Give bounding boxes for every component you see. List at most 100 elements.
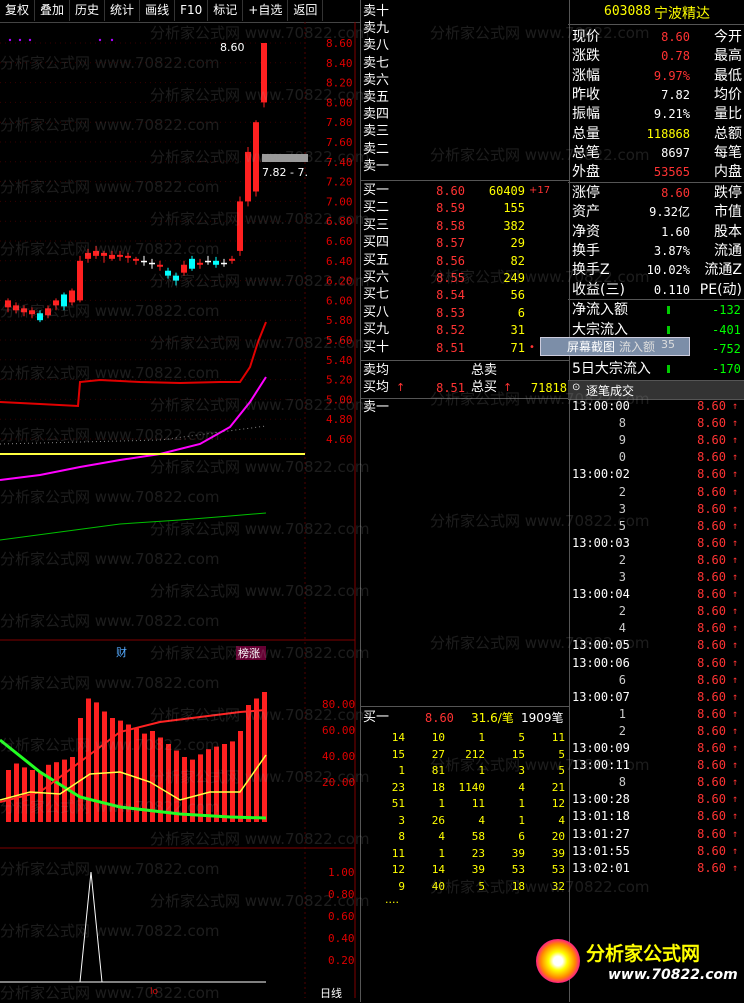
queue-cell: 1: [478, 764, 485, 777]
tick-seq: 8: [618, 775, 626, 790]
quote-row-right-label: 股本: [714, 223, 742, 240]
event-dot: [18, 38, 22, 42]
sell-level-label: 卖九: [363, 21, 390, 37]
tick-seq: 0: [618, 450, 626, 465]
tick-price: 8.60: [697, 655, 726, 670]
tick-row: 13:01:27 8.60 ↑: [568, 826, 744, 843]
tick-up-arrow-icon: ↑: [731, 811, 738, 823]
queue-cell: 15: [391, 747, 405, 761]
tick-row: 5 8.60 ↑: [568, 518, 744, 535]
tick-row: 13:00:07 8.60 ↑: [568, 689, 744, 706]
tick-up-arrow-icon: ↑: [731, 760, 738, 772]
candle-body: [21, 308, 27, 313]
tick-up-arrow-icon: ↑: [731, 828, 738, 840]
buy1-queue-row: 11 1 23 39 39: [365, 846, 565, 862]
toolbar-button-6[interactable]: 标记: [208, 0, 244, 21]
total-buy-arrow-icon: ↑: [503, 381, 513, 394]
buy-level-label: 买五: [363, 252, 390, 268]
buy-level-row: 买十 8.51 71 •: [363, 340, 567, 356]
quote-row-label: 涨幅: [572, 67, 600, 84]
buy-level-row: 买三 8.58 382: [363, 218, 567, 234]
queue-cell: 5: [478, 879, 485, 893]
queue-cell: 10: [431, 731, 445, 744]
avg-buy-row: 买均 ↑ 8.51 总买 ↑ 71818: [363, 380, 567, 396]
tick-price: 8.60: [697, 706, 726, 721]
buy-level-label: 买十: [363, 339, 390, 355]
quote-row-value: 118868: [646, 126, 690, 141]
indicator-tick-label: 0.40: [328, 932, 355, 945]
tick-price: 8.60: [697, 416, 726, 431]
quote-row-value: 53565: [653, 165, 690, 180]
kline-chart-svg[interactable]: 8.60 8.40 8.20 8.00 7.80 7.60 7.40 7.20 7.00 6.80…: [0, 22, 360, 1000]
queue-cell: 4: [478, 813, 485, 827]
toolbar-button-0[interactable]: 复权: [0, 0, 36, 21]
quote-row-value: 3.87%: [653, 243, 690, 258]
sell-level-row: 卖四: [363, 107, 567, 123]
quote-row-label: 换手Z: [572, 262, 610, 279]
toolbar-button-3[interactable]: 统计: [105, 0, 141, 21]
candle-body: [85, 252, 91, 259]
quote-row-label: 昨收: [572, 86, 600, 103]
box-label: 7.82 - 7.: [262, 166, 308, 179]
queue-cell: 5: [558, 747, 565, 761]
quote-row-value: 1.60: [661, 224, 690, 239]
tick-price: 8.60: [697, 758, 726, 773]
price-tick-label: 5.80: [326, 314, 353, 327]
price-tick-label: 8.00: [326, 96, 353, 109]
volume-bar: [86, 698, 91, 822]
tick-time: 13:00:02: [572, 467, 630, 482]
buy-level-row: 买七 8.54 56: [363, 287, 567, 303]
kline-chart-panel[interactable]: 8.60 8.40 8.20 8.00 7.80 7.60 7.40 7.20 7.00 6.80…: [0, 22, 360, 1000]
event-dot: [28, 38, 32, 42]
quote-row-right-label: 最高: [714, 48, 742, 65]
buy1-queue-row: 23 18 1140 4 21: [365, 780, 565, 796]
buy-level-label: 买八: [363, 304, 390, 320]
volume-tick-label: 80.00: [322, 698, 355, 711]
buy1-queue-row: 8 4 58 6 20: [365, 829, 565, 845]
toolbar-button-4[interactable]: 画线: [140, 0, 176, 21]
ticks-header-title[interactable]: 逐笔成交: [586, 382, 634, 399]
queue-cell: 1: [438, 797, 445, 810]
tick-seq: 9: [618, 433, 626, 448]
tick-up-arrow-icon: ↑: [731, 708, 738, 720]
toolbar-button-1[interactable]: 叠加: [35, 0, 71, 21]
tick-seq: 2: [618, 552, 626, 567]
tick-time: 13:00:04: [572, 587, 630, 602]
tick-row: 1 8.60 ↑: [568, 706, 744, 723]
queue-cell: 39: [511, 846, 525, 860]
tick-price: 8.60: [697, 399, 726, 413]
queue-cell: 1: [518, 813, 525, 827]
tick-seq: 6: [618, 672, 626, 687]
price-tick-label: 6.80: [326, 215, 353, 228]
queue-cell: 58: [471, 830, 485, 843]
quote-row-right-label: 最低: [714, 67, 742, 84]
volume-bar: [6, 770, 11, 822]
price-tick-label: 5.20: [326, 374, 353, 387]
tick-seq: 8: [618, 416, 626, 431]
buy-level-label: 买一: [363, 183, 390, 198]
tick-time: 13:00:09: [572, 741, 630, 755]
fund-flow-bar: [667, 325, 670, 334]
tick-price: 8.60: [697, 809, 726, 824]
candle-body: [261, 43, 267, 103]
book-divider: [361, 706, 569, 707]
quote-row: 昨收 7.82 均价: [572, 85, 742, 105]
quote-row-label: 收益(三): [572, 281, 625, 298]
tick-time: 13:00:03: [572, 535, 630, 550]
quote-row-value: 10.02%: [646, 263, 690, 278]
tick-price: 8.60: [697, 672, 726, 687]
toolbar-button-8[interactable]: 返回: [288, 0, 324, 21]
quote-row-secondary: 资产 9.32亿 市值: [572, 202, 742, 222]
buy-level-price: 8.51: [436, 340, 465, 355]
buy1-queue-label: 买一: [363, 710, 390, 725]
toolbar-button-2[interactable]: 历史: [70, 0, 106, 21]
indicator-tick-label: 1.00: [328, 866, 355, 879]
toolbar-button-5[interactable]: F10: [175, 0, 209, 21]
queue-cell: 1: [518, 797, 525, 810]
toolbar-button-7[interactable]: +自选: [243, 0, 289, 21]
buy-level-row: 买六 8.55 249: [363, 270, 567, 286]
tick-price: 8.60: [697, 450, 726, 465]
buy-level-row: 买八 8.53 6: [363, 305, 567, 321]
quote-row-value: 7.82: [661, 87, 690, 102]
tick-price: 8.60: [697, 501, 726, 516]
